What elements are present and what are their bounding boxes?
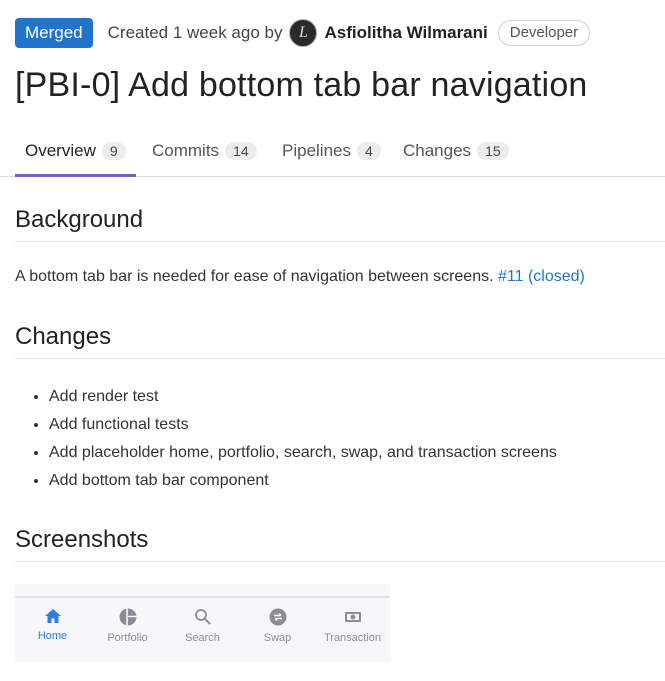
tab-count: 15 bbox=[477, 142, 509, 160]
tab-count: 14 bbox=[225, 142, 257, 160]
created-text: Created 1 week ago by bbox=[107, 23, 283, 42]
divider bbox=[15, 596, 390, 598]
tabbar-item-home: Home bbox=[15, 608, 90, 642]
tabbar-item-search: Search bbox=[165, 608, 240, 644]
heading-background: Background bbox=[15, 206, 665, 242]
tabbar-label: Transaction bbox=[323, 632, 382, 644]
list-item: Add functional tests bbox=[49, 413, 557, 441]
search-icon bbox=[194, 609, 211, 625]
heading-changes: Changes bbox=[15, 323, 665, 359]
tabbar-label: Portfolio bbox=[107, 632, 148, 644]
tabbar-label: Home bbox=[37, 630, 68, 642]
home-icon bbox=[44, 609, 61, 623]
tabbar-item-swap: Swap bbox=[240, 608, 315, 644]
mr-meta: Merged Created 1 week ago by L Asfiolith… bbox=[15, 17, 591, 49]
cash-icon bbox=[344, 612, 361, 622]
list-item: Add render test bbox=[49, 385, 557, 413]
issue-link[interactable]: #11 (closed) bbox=[498, 268, 585, 285]
list-item: Add bottom tab bar component bbox=[49, 469, 557, 497]
screenshot-image: Home Portfolio Search Swap Transaction bbox=[15, 584, 390, 662]
tab-commits[interactable]: Commits 14 bbox=[152, 126, 257, 176]
swap-icon bbox=[269, 608, 286, 626]
list-item: Add placeholder home, portfolio, search,… bbox=[49, 441, 557, 469]
background-paragraph: A bottom tab bar is needed for ease of n… bbox=[15, 268, 585, 286]
tab-label: Commits bbox=[152, 141, 220, 160]
tabbar-label: Swap bbox=[263, 632, 292, 644]
author-link[interactable]: Asfiolitha Wilmarani bbox=[324, 23, 487, 43]
tab-changes[interactable]: Changes 15 bbox=[403, 126, 509, 176]
tab-count: 4 bbox=[357, 142, 381, 160]
changes-list: Add render test Add functional tests Add… bbox=[15, 385, 557, 497]
pie-chart-icon bbox=[119, 608, 136, 626]
tab-label: Pipelines bbox=[282, 141, 351, 160]
tab-label: Overview bbox=[25, 141, 96, 160]
tab-pipelines[interactable]: Pipelines 4 bbox=[282, 126, 381, 176]
tab-overview[interactable]: Overview 9 bbox=[15, 126, 136, 177]
tabbar-item-portfolio: Portfolio bbox=[90, 608, 165, 644]
tabbar-item-transaction: Transaction bbox=[315, 608, 390, 644]
page-title: [PBI-0] Add bottom tab bar navigation bbox=[15, 66, 588, 104]
mr-tabs: Overview 9 Commits 14 Pipelines 4 Change… bbox=[0, 126, 665, 177]
role-badge: Developer bbox=[497, 20, 591, 46]
status-badge: Merged bbox=[15, 18, 93, 48]
heading-screenshots: Screenshots bbox=[15, 526, 665, 562]
tab-count: 9 bbox=[101, 142, 126, 160]
background-text: A bottom tab bar is needed for ease of n… bbox=[15, 268, 494, 285]
tab-label: Changes bbox=[403, 141, 472, 160]
tabbar-label: Search bbox=[185, 632, 220, 644]
avatar[interactable]: L bbox=[289, 19, 318, 47]
